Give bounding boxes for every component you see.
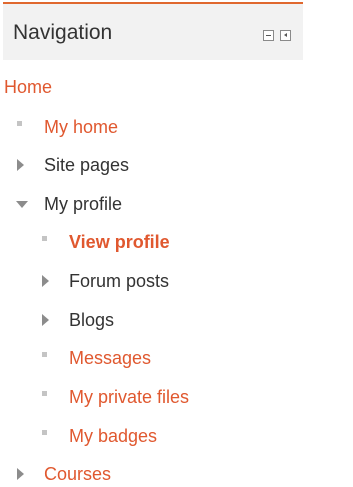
nav-item-label[interactable]: My profile [44,191,122,217]
expand-arrow-icon[interactable] [42,314,49,326]
bullet-icon [42,430,47,435]
nav-item-label[interactable]: Blogs [69,307,114,333]
expand-arrow-icon[interactable] [17,468,24,480]
dock-icon[interactable] [280,30,291,41]
block-header: Navigation [3,2,303,60]
navigation-block: Navigation Home My home Site pages My pr… [0,0,353,485]
bullet-icon [17,121,22,126]
nav-item-label[interactable]: My private files [69,384,189,410]
collapse-arrow-icon[interactable] [16,201,28,208]
nav-item-label[interactable]: Home [4,74,52,100]
bullet-icon [42,352,47,357]
nav-item-label[interactable]: View profile [69,229,170,255]
bullet-icon [42,236,47,241]
collapse-icon[interactable] [263,30,274,41]
nav-item-label[interactable]: My home [44,114,118,140]
nav-item-label[interactable]: My badges [69,423,157,449]
nav-item-label[interactable]: Site pages [44,152,129,178]
nav-item-label[interactable]: Forum posts [69,268,169,294]
block-title: Navigation [13,21,113,44]
expand-arrow-icon[interactable] [17,159,24,171]
nav-item-label[interactable]: Courses [44,461,111,487]
bullet-icon [42,391,47,396]
expand-arrow-icon[interactable] [42,275,49,287]
nav-item-label[interactable]: Messages [69,345,151,371]
